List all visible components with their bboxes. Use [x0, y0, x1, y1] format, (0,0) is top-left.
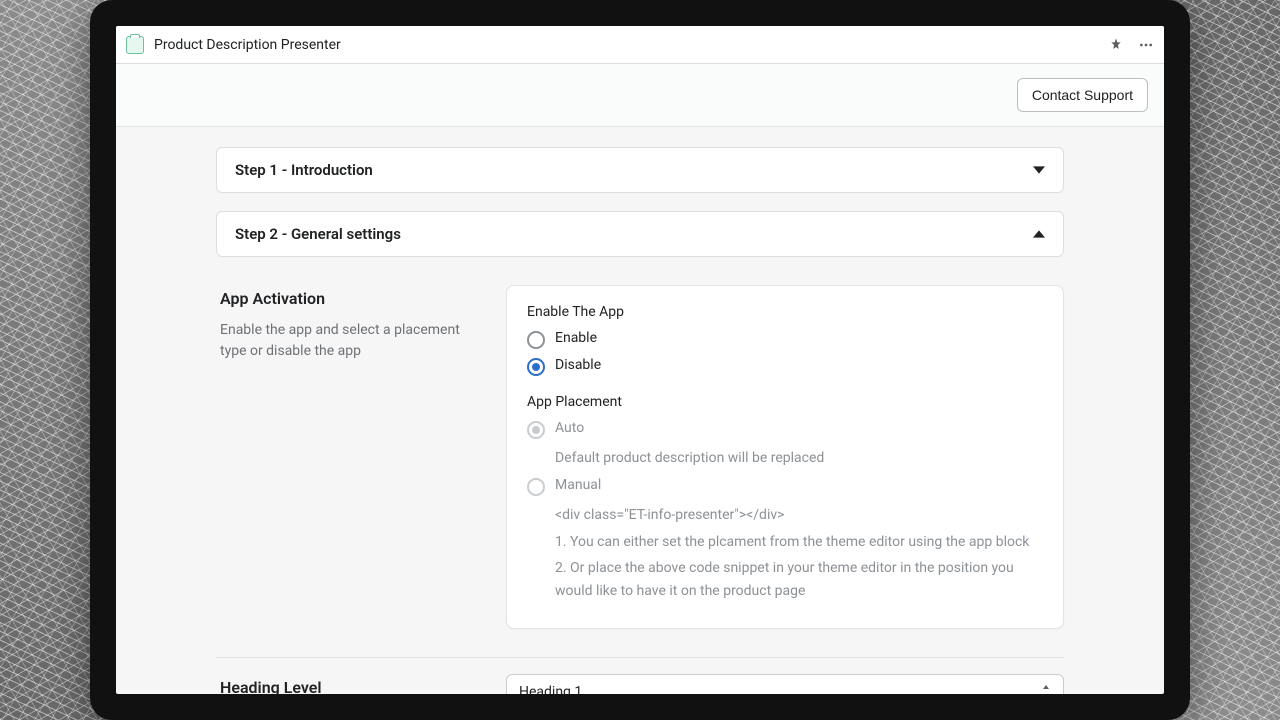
radio-icon [527, 358, 545, 376]
activation-card: Enable The App Enable Disable App P [506, 285, 1064, 629]
heading-title: Heading Level [220, 678, 486, 694]
app-title: Product Description Presenter [154, 37, 341, 53]
more-icon[interactable] [1138, 37, 1154, 53]
placement-label: App Placement [527, 394, 1043, 410]
radio-auto: Auto [527, 420, 1043, 439]
content-area: Step 1 - Introduction Step 2 - General s… [116, 127, 1164, 694]
select-value: Heading 1 [519, 684, 582, 694]
manual-line1: 1. You can either set the plcament from … [555, 531, 1043, 553]
radio-manual-label: Manual [555, 477, 601, 493]
laptop-frame: Product Description Presenter Contact Su… [90, 0, 1190, 720]
radio-icon [527, 421, 545, 439]
contact-support-button[interactable]: Contact Support [1017, 78, 1148, 112]
accordion-step1-label: Step 1 - Introduction [235, 161, 373, 179]
manual-code: <div class="ET-info-presenter"></div> [555, 504, 1043, 526]
chevron-down-icon [1033, 164, 1045, 176]
accordion-step2-label: Step 2 - General settings [235, 225, 401, 243]
setting-heading-level: Heading Level Choose a heading level to … [216, 658, 1064, 694]
setting-activation: App Activation Enable the app and select… [216, 269, 1064, 658]
activation-left: App Activation Enable the app and select… [216, 285, 486, 629]
header-band: Contact Support [116, 64, 1164, 127]
radio-disable-label: Disable [555, 357, 601, 373]
radio-auto-label: Auto [555, 420, 584, 436]
step2-panel: App Activation Enable the app and select… [216, 269, 1064, 694]
manual-line2: 2. Or place the above code snippet in yo… [555, 557, 1043, 602]
accordion-step2[interactable]: Step 2 - General settings [216, 211, 1064, 257]
enable-radio-group: Enable Disable [527, 330, 1043, 376]
titlebar: Product Description Presenter [116, 26, 1164, 64]
heading-level-select[interactable]: Heading 1 [506, 674, 1064, 694]
accordion-step1[interactable]: Step 1 - Introduction [216, 147, 1064, 193]
radio-disable[interactable]: Disable [527, 357, 1043, 376]
title-right [1108, 37, 1154, 53]
pin-icon[interactable] [1108, 37, 1124, 53]
app-icon [126, 36, 144, 54]
placement-radio-group: Auto Default product description will be… [527, 420, 1043, 602]
radio-manual: Manual [527, 477, 1043, 496]
app-screen: Product Description Presenter Contact Su… [116, 26, 1164, 694]
radio-icon [527, 478, 545, 496]
radio-enable-label: Enable [555, 330, 597, 346]
enable-label: Enable The App [527, 304, 1043, 320]
radio-icon [527, 331, 545, 349]
auto-desc: Default product description will be repl… [555, 447, 1043, 469]
radio-enable[interactable]: Enable [527, 330, 1043, 349]
heading-card: Heading 1 [506, 674, 1064, 694]
chevron-up-icon [1033, 228, 1045, 240]
select-caret-icon [1041, 685, 1051, 694]
title-left: Product Description Presenter [126, 36, 341, 54]
activation-desc: Enable the app and select a placement ty… [220, 320, 486, 362]
activation-title: App Activation [220, 289, 486, 308]
heading-left: Heading Level Choose a heading level to … [216, 674, 486, 694]
